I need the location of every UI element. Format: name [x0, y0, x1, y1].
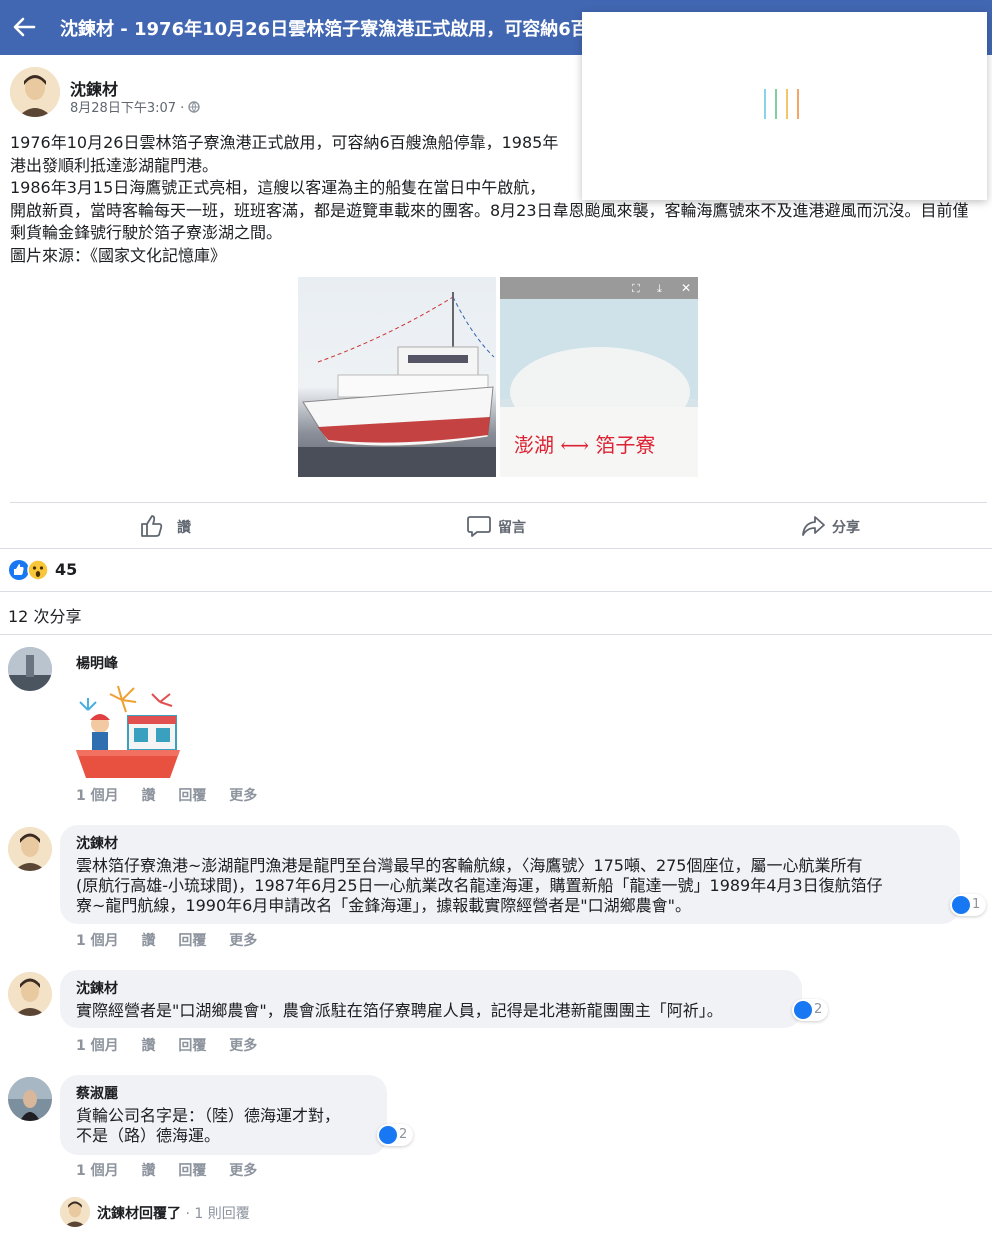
commenter-avatar[interactable]	[8, 1077, 52, 1121]
commenter-name[interactable]: 楊明峰	[76, 653, 118, 673]
comment-line: 不是（路）德海運。	[76, 1126, 221, 1145]
comment-line: 實際經營者是"口湖鄉農會"，農會派駐在箔仔寮聘雇人員，記得是北港新龍團團主「阿祈…	[76, 1001, 723, 1020]
comment-more-link[interactable]: 更多	[229, 788, 257, 804]
commenter-avatar[interactable]	[8, 972, 52, 1016]
post-photo-sign[interactable]: ⛶ ⤓ ✕ 澎湖 ⟷ 箔子寮	[500, 277, 698, 477]
comment-actions: 1 個月 讚 回覆 更多	[76, 930, 275, 950]
like-icon	[141, 515, 163, 537]
comment-more-link[interactable]: 更多	[229, 1163, 257, 1179]
comment-line: 貨輪公司名字是：（陸）德海運才對，	[76, 1106, 341, 1125]
share-icon	[802, 516, 825, 536]
comment-like-badge[interactable]: 2	[792, 999, 828, 1021]
author-avatar[interactable]	[10, 67, 60, 117]
commenter-name[interactable]: 沈鍊材	[76, 978, 118, 998]
comment-like-link[interactable]: 讚	[142, 1163, 156, 1179]
commenter-avatar[interactable]	[8, 827, 52, 871]
boat-sticker	[74, 680, 182, 782]
post-paragraph: 圖片來源：《國家文化記憶庫》	[10, 245, 227, 265]
like-button[interactable]: 讚	[139, 513, 199, 541]
comment-like-link[interactable]: 讚	[142, 1038, 156, 1054]
post-photo-ship[interactable]	[298, 277, 496, 477]
svg-text:⛶: ⛶	[632, 282, 640, 295]
comment-label: 留言	[498, 520, 526, 536]
comment-time[interactable]: 1 個月	[76, 933, 119, 949]
divider	[0, 548, 992, 549]
loading-overlay	[582, 12, 987, 200]
comment-text: 貨輪公司名字是：（陸）德海運才對， 不是（路）德海運。	[76, 1106, 381, 1146]
divider	[10, 502, 987, 503]
like-label: 讚	[177, 520, 191, 536]
page-title: 沈鍊材 - 1976年10月26日雲林箔子寮漁港正式啟用，可容納6百艘漁船停靠	[60, 19, 600, 40]
comment-line: (原航行高雄-小琉球間)，1987年6月25日一心航業改名龍達海運，購置新船「龍…	[76, 876, 883, 895]
commenter-name[interactable]: 蔡淑麗	[76, 1083, 118, 1103]
reply-author: 沈鍊材回覆了	[97, 1206, 181, 1222]
divider	[0, 634, 992, 635]
comment-text: 雲林箔仔寮漁港~澎湖龍門漁港是龍門至台灣最早的客輪航線，〈海鷹號〉175噸、27…	[76, 856, 956, 916]
comment-time[interactable]: 1 個月	[76, 1038, 119, 1054]
comment-line: 雲林箔仔寮漁港~澎湖龍門漁港是龍門至台灣最早的客輪航線，〈海鷹號〉175噸、27…	[76, 856, 863, 875]
like-badge-icon	[952, 896, 970, 914]
comment-like-link[interactable]: 讚	[142, 788, 156, 804]
reaction-count: 45	[55, 560, 78, 579]
commenter-avatar[interactable]	[8, 647, 52, 691]
share-count[interactable]: 12 次分享	[8, 603, 81, 627]
share-button[interactable]: 分享	[800, 513, 880, 541]
comment-like-count: 1	[972, 897, 981, 912]
comment-like-badge[interactable]: 2	[377, 1124, 413, 1146]
comment-icon	[467, 516, 491, 537]
comment-time[interactable]: 1 個月	[76, 788, 119, 804]
comment-actions: 1 個月 讚 回覆 更多	[76, 785, 275, 805]
post-paragraph: 開啟新頁，當時客輪每天一班，班班客滿，都是遊覽車載來的團客。8月23日韋恩颱風來…	[10, 200, 969, 243]
comment-like-link[interactable]: 讚	[142, 933, 156, 949]
comment-like-count: 2	[814, 1002, 823, 1017]
globe-icon	[188, 101, 201, 113]
comment-reply-link[interactable]: 回覆	[178, 933, 206, 949]
comment-line: 寮~龍門航線，1990年6月申請改名「金鋒海運」，據報載實際經營者是"口湖鄉農會…	[76, 896, 692, 915]
comment-button[interactable]: 留言	[466, 513, 546, 541]
comment-like-badge[interactable]: 1	[950, 894, 986, 916]
comment-actions: 1 個月 讚 回覆 更多	[76, 1035, 275, 1055]
commenter-name[interactable]: 沈鍊材	[76, 833, 118, 853]
reply-avatar	[60, 1197, 90, 1227]
post-timestamp[interactable]: 8月28日下午3:07 ·	[70, 97, 201, 116]
svg-text:⤓: ⤓	[657, 282, 662, 295]
wow-reaction-icon	[27, 559, 49, 581]
like-badge-icon	[379, 1126, 397, 1144]
comment-more-link[interactable]: 更多	[229, 1038, 257, 1054]
comment-time[interactable]: 1 個月	[76, 1163, 119, 1179]
reply-summary-text: 沈鍊材回覆了 · 1 則回覆	[97, 1203, 250, 1223]
reply-count: · 1 則回覆	[185, 1206, 250, 1222]
comment-text: 實際經營者是"口湖鄉農會"，農會派駐在箔仔寮聘雇人員，記得是北港新龍團團主「阿祈…	[76, 1001, 796, 1021]
photo-sign-caption: 澎湖 ⟷ 箔子寮	[514, 433, 656, 457]
back-arrow-icon[interactable]	[12, 13, 36, 41]
post-meta-text: 8月28日下午3:07 ·	[70, 101, 185, 116]
comment-like-count: 2	[399, 1127, 408, 1142]
like-badge-icon	[794, 1001, 812, 1019]
divider	[0, 591, 992, 592]
loading-icon	[764, 89, 799, 119]
comment-reply-link[interactable]: 回覆	[178, 788, 206, 804]
comment-more-link[interactable]: 更多	[229, 933, 257, 949]
comment-actions: 1 個月 讚 回覆 更多	[76, 1160, 275, 1180]
svg-text:✕: ✕	[681, 281, 691, 295]
share-label: 分享	[832, 520, 860, 536]
comment-reply-link[interactable]: 回覆	[178, 1038, 206, 1054]
comment-reply-link[interactable]: 回覆	[178, 1163, 206, 1179]
